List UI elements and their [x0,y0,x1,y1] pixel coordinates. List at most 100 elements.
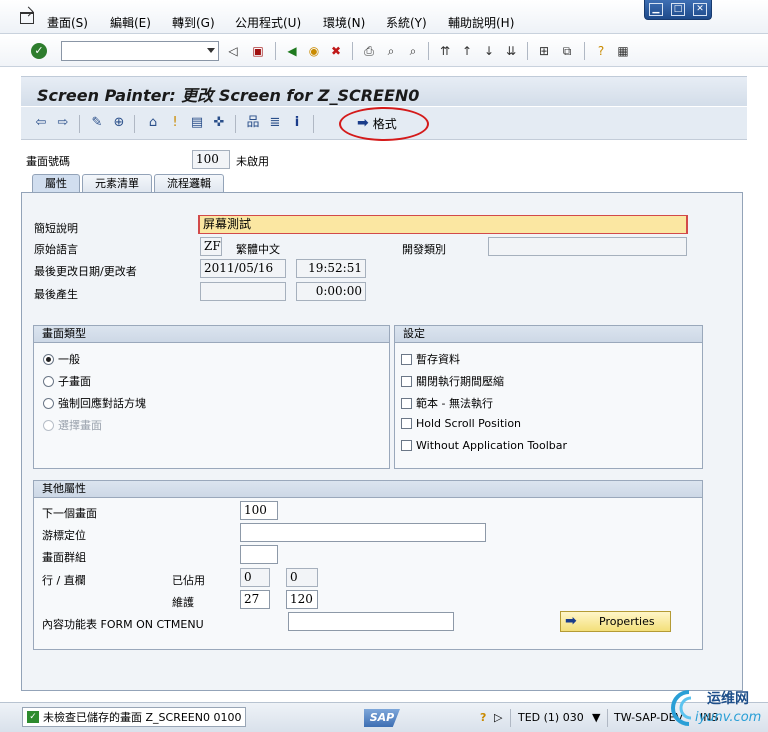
expand-status-icon[interactable]: ▷ [494,711,502,724]
last-generated-label: 最後產生 [34,288,78,301]
menu-utilities[interactable]: 公用程式(U) [235,14,301,31]
checkbox-icon[interactable] [401,418,412,429]
shortcut-icon[interactable]: ⧉ [560,44,574,58]
menu-goto[interactable]: 轉到(G) [172,14,215,31]
used-cols-field: 0 [286,568,318,587]
last-page-icon[interactable]: ⇊ [504,44,518,58]
checkbox-label: Without Application Toolbar [416,439,568,452]
orig-lang-name: 繁體中文 [236,243,280,256]
watermark-name: 运维网 [707,691,749,707]
title-bar: Screen Painter: 更改 Screen for Z_SCREEN0 [21,76,747,106]
radio-icon[interactable] [43,397,54,409]
close-button[interactable]: ✕ [693,3,707,16]
toolbar-separator [428,42,429,60]
minimize-button[interactable]: ▁ [649,3,663,16]
radio-modal-dialog[interactable]: 強制回應對話方塊 [43,395,146,411]
find-next-icon[interactable]: ⌕ [406,44,420,58]
properties-button[interactable]: ➡ Properties [560,611,671,632]
checkbox-template[interactable]: 範本 - 無法執行 [401,395,493,411]
toolbar-separator [584,42,585,60]
activate-icon[interactable]: ⊕ [111,116,127,130]
next-screen-input[interactable]: 100 [240,501,278,520]
cursor-pos-input[interactable] [240,523,486,542]
maint-lines-input[interactable]: 27 [240,590,270,609]
collapse-icon[interactable]: ◁ [226,44,240,58]
checkbox-hold-scroll[interactable]: Hold Scroll Position [401,417,521,430]
checkbox-without-app-toolbar[interactable]: Without Application Toolbar [401,439,567,452]
exit-toolbar-icon[interactable]: ◉ [307,44,321,58]
short-desc-label: 簡短說明 [34,222,78,235]
radio-subscreen[interactable]: 子畫面 [43,373,91,389]
tab-element-list[interactable]: 元素清單 [82,174,152,193]
last-generated-time: 0:00:00 [296,282,366,301]
checkbox-label: 範本 - 無法執行 [416,397,493,410]
dev-class-field [488,237,687,256]
system-dropdown-icon[interactable]: ▼ [592,711,600,724]
menu-help[interactable]: 輔助說明(H) [448,14,514,31]
checkbox-label: Hold Scroll Position [416,417,522,430]
context-menu-input[interactable] [288,612,454,631]
find-icon[interactable]: ⌕ [384,44,398,58]
cancel-icon[interactable]: ✖ [329,44,343,58]
menu-edit[interactable]: 編輯(E) [110,14,151,31]
success-icon: ✓ [27,711,39,723]
short-desc-input[interactable]: 屏幕測試 [198,215,688,234]
enter-icon[interactable]: ✓ [31,43,47,59]
where-used-icon[interactable]: ⌂ [145,116,161,130]
maximize-button[interactable]: □ [671,3,685,16]
radio-disabled-icon [43,419,54,431]
checkbox-icon[interactable] [401,353,412,365]
arrow-right-icon: ➡ [357,115,369,131]
tab-flow-logic[interactable]: 流程邏輯 [154,174,224,193]
layout-icon[interactable]: ▦ [616,44,630,58]
menu-environment[interactable]: 環境(N) [323,14,365,31]
status-bar: ✓ 未檢查已儲存的畫面 Z_SCREEN0 0100 SAP ? ▷ TED (… [0,702,768,732]
radio-icon[interactable] [43,375,54,387]
back-arrow-icon[interactable]: ⇦ [33,116,49,130]
previous-page-icon[interactable]: ↑ [460,44,474,58]
status-message[interactable]: ✓ 未檢查已儲存的畫面 Z_SCREEN0 0100 [22,707,247,727]
site-watermark: 运维网 iyunv.com [665,684,765,730]
command-field[interactable] [61,41,219,61]
checkbox-icon[interactable] [401,440,412,451]
screen-number-label: 畫面號碼 [26,155,70,168]
next-page-icon[interactable]: ↓ [482,44,496,58]
forward-arrow-icon[interactable]: ⇨ [55,116,71,130]
tab-attributes[interactable]: 屬性 [32,174,80,193]
exit-icon[interactable] [20,12,34,24]
checkbox-icon[interactable] [401,375,412,387]
print-icon[interactable]: ≣ [267,116,283,130]
sap-logo: SAP [364,709,400,727]
checkbox-icon[interactable] [401,397,412,409]
hierarchy-icon[interactable]: 品 [245,116,261,130]
radio-selected-icon[interactable] [43,353,54,365]
properties-button-label: Properties [599,615,655,628]
checkbox-switch-off-compression[interactable]: 關閉執行期間壓縮 [401,373,504,389]
checkbox-hold-data[interactable]: 暫存資料 [401,351,460,367]
menu-bar: 畫面(S) 編輯(E) 轉到(G) 公用程式(U) 環境(N) 系統(Y) 輔助… [0,0,768,34]
save-icon[interactable]: ▣ [251,44,265,58]
last-changed-date: 2011/05/16 [200,259,286,278]
menu-system[interactable]: 系統(Y) [386,14,427,31]
checkbox-label: 暫存資料 [416,353,460,366]
help-status-icon[interactable]: ? [480,711,486,724]
navigate-icon[interactable]: ✜ [211,116,227,130]
new-session-icon[interactable]: ⊞ [537,44,551,58]
screen-group-input[interactable] [240,545,278,564]
display-object-icon[interactable]: ▤ [189,116,205,130]
maint-cols-input[interactable]: 120 [286,590,318,609]
back-icon[interactable]: ◀ [285,44,299,58]
help-icon[interactable]: ? [594,44,608,58]
radio-label: 一般 [58,353,80,366]
layout-button[interactable]: ➡ 格式 [357,114,397,132]
print-icon[interactable]: ⎙ [362,44,376,58]
radio-normal[interactable]: 一般 [43,351,80,367]
first-page-icon[interactable]: ⇈ [438,44,452,58]
command-dropdown-icon[interactable] [207,48,215,53]
menu-screen[interactable]: 畫面(S) [47,14,88,31]
edit-toggle-icon[interactable]: ✎ [89,116,105,130]
light-icon[interactable]: ǃ [167,116,183,130]
radio-label: 強制回應對話方塊 [58,397,146,410]
info-icon[interactable]: i [289,116,305,130]
status-separator [510,709,511,727]
